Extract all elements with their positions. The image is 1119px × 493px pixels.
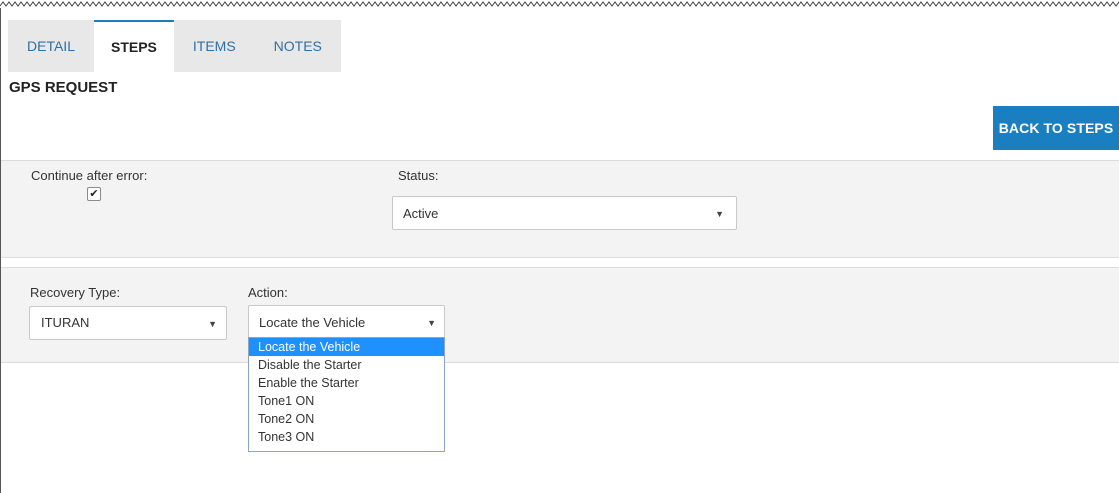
tab-notes[interactable]: NOTES: [254, 20, 341, 72]
status-select[interactable]: Active ▼: [392, 196, 737, 230]
action-option-tone3-on[interactable]: Tone3 ON: [249, 428, 444, 446]
continue-after-error-label: Continue after error:: [31, 168, 148, 183]
action-option-disable-starter[interactable]: Disable the Starter: [249, 356, 444, 374]
chevron-down-icon: ▼: [208, 319, 217, 329]
back-to-steps-button[interactable]: BACK TO STEPS: [993, 106, 1119, 150]
recovery-type-select[interactable]: ITURAN ▼: [29, 306, 227, 340]
continue-after-error-checkbox[interactable]: ✔: [87, 187, 101, 201]
action-section: Recovery Type: ITURAN ▼ Action: Locate t…: [1, 267, 1119, 363]
chevron-down-icon: ▼: [427, 318, 436, 328]
action-value: Locate the Vehicle: [259, 315, 366, 330]
status-value: Active: [403, 206, 439, 221]
action-option-tone1-on[interactable]: Tone1 ON: [249, 392, 444, 410]
page-title: GPS REQUEST: [9, 79, 118, 96]
status-label: Status:: [398, 168, 439, 183]
recovery-type-value: ITURAN: [41, 315, 90, 330]
settings-section: Continue after error: ✔ Status: Active ▼: [1, 160, 1119, 258]
action-option-locate-vehicle[interactable]: Locate the Vehicle: [249, 338, 444, 356]
tab-bar: DETAIL STEPS ITEMS NOTES: [8, 20, 341, 72]
tab-items[interactable]: ITEMS: [173, 20, 255, 72]
action-option-tone2-on[interactable]: Tone2 ON: [249, 410, 444, 428]
recovery-type-label: Recovery Type:: [30, 285, 121, 300]
chevron-down-icon: ▼: [715, 209, 724, 219]
action-label: Action:: [248, 285, 288, 300]
tab-steps[interactable]: STEPS: [93, 20, 174, 72]
action-option-enable-starter[interactable]: Enable the Starter: [249, 374, 444, 392]
action-select[interactable]: Locate the Vehicle ▼: [248, 305, 445, 339]
torn-edge: [0, 1, 1119, 7]
action-dropdown-list: Locate the Vehicle Disable the Starter E…: [248, 337, 445, 452]
tab-detail[interactable]: DETAIL: [8, 20, 94, 72]
